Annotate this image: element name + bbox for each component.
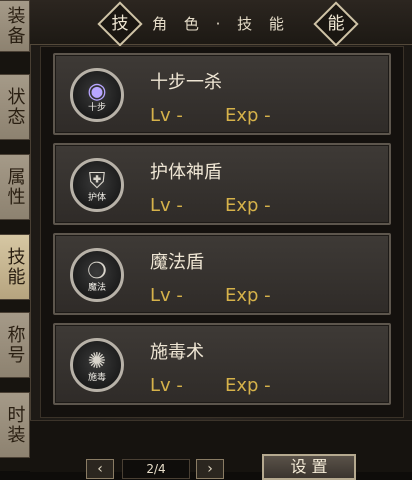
skill-name: 魔法盾 [150,252,204,273]
panel-header: 技 角 色 · 技 能 能 [30,0,412,47]
badge-right: 能 [313,1,359,47]
chevron-left-icon: ‹ [97,461,103,477]
settings-button[interactable]: 设 置 [262,454,356,480]
purple-orb-icon[interactable]: ◉ 十步 [70,68,124,122]
skill-level: Lv - [150,375,183,396]
tab-titles[interactable]: 称号 [0,312,30,378]
skill-icon-label: 魔法 [87,283,106,293]
tab-skills[interactable]: 技能 [0,234,30,300]
skill-card[interactable]: ❍ 魔法 魔法盾 Lv - Exp - [53,233,391,315]
skill-exp: Exp - [225,195,271,216]
next-page-button[interactable]: › [196,459,224,479]
skill-card[interactable]: ✺ 施毒 施毒术 Lv - Exp - [53,323,391,405]
tab-equipment-label: 装备 [4,6,26,46]
tab-fashion[interactable]: 时装 [0,392,30,458]
chevron-right-icon: › [207,461,213,477]
page-indicator: 2/4 [122,459,190,479]
prev-page-button[interactable]: ‹ [86,459,114,479]
skill-list: ◉ 十步 十步一杀 Lv - Exp - ⛨ 护体 护体神盾 Lv - Exp … [40,46,404,418]
skill-name: 护体神盾 [150,162,222,183]
bottom-bar: ‹ 2/4 › 设 置 [30,420,412,480]
skill-icon-label: 护体 [87,193,106,203]
skill-card[interactable]: ◉ 十步 十步一杀 Lv - Exp - [53,53,391,135]
tab-status[interactable]: 状态 [0,74,30,140]
skill-card[interactable]: ⛨ 护体 护体神盾 Lv - Exp - [53,143,391,225]
tab-status-label: 状态 [4,87,26,127]
poison-icon[interactable]: ✺ 施毒 [70,338,124,392]
skill-icon-label: 施毒 [87,373,106,383]
tab-skills-label: 技能 [4,247,26,287]
skill-level: Lv - [150,195,183,216]
badge-right-label: 能 [327,14,345,34]
shield-icon[interactable]: ⛨ 护体 [70,158,124,212]
tab-attributes-label: 属性 [4,167,26,207]
skill-exp: Exp - [225,285,271,306]
skill-name: 施毒术 [150,342,204,363]
tab-equipment[interactable]: 装备 [0,0,30,52]
skill-name: 十步一杀 [150,72,222,93]
skill-icon-label: 十步 [87,103,106,113]
magic-shield-icon[interactable]: ❍ 魔法 [70,248,124,302]
skill-exp: Exp - [225,375,271,396]
tab-attributes[interactable]: 属性 [0,154,30,220]
skill-exp: Exp - [225,105,271,126]
side-tab-bar: 装备 状态 属性 技能 称号 时装 [0,0,31,471]
skill-level: Lv - [150,105,183,126]
skill-level: Lv - [150,285,183,306]
tab-titles-label: 称号 [4,325,26,365]
tab-fashion-label: 时装 [4,405,26,445]
